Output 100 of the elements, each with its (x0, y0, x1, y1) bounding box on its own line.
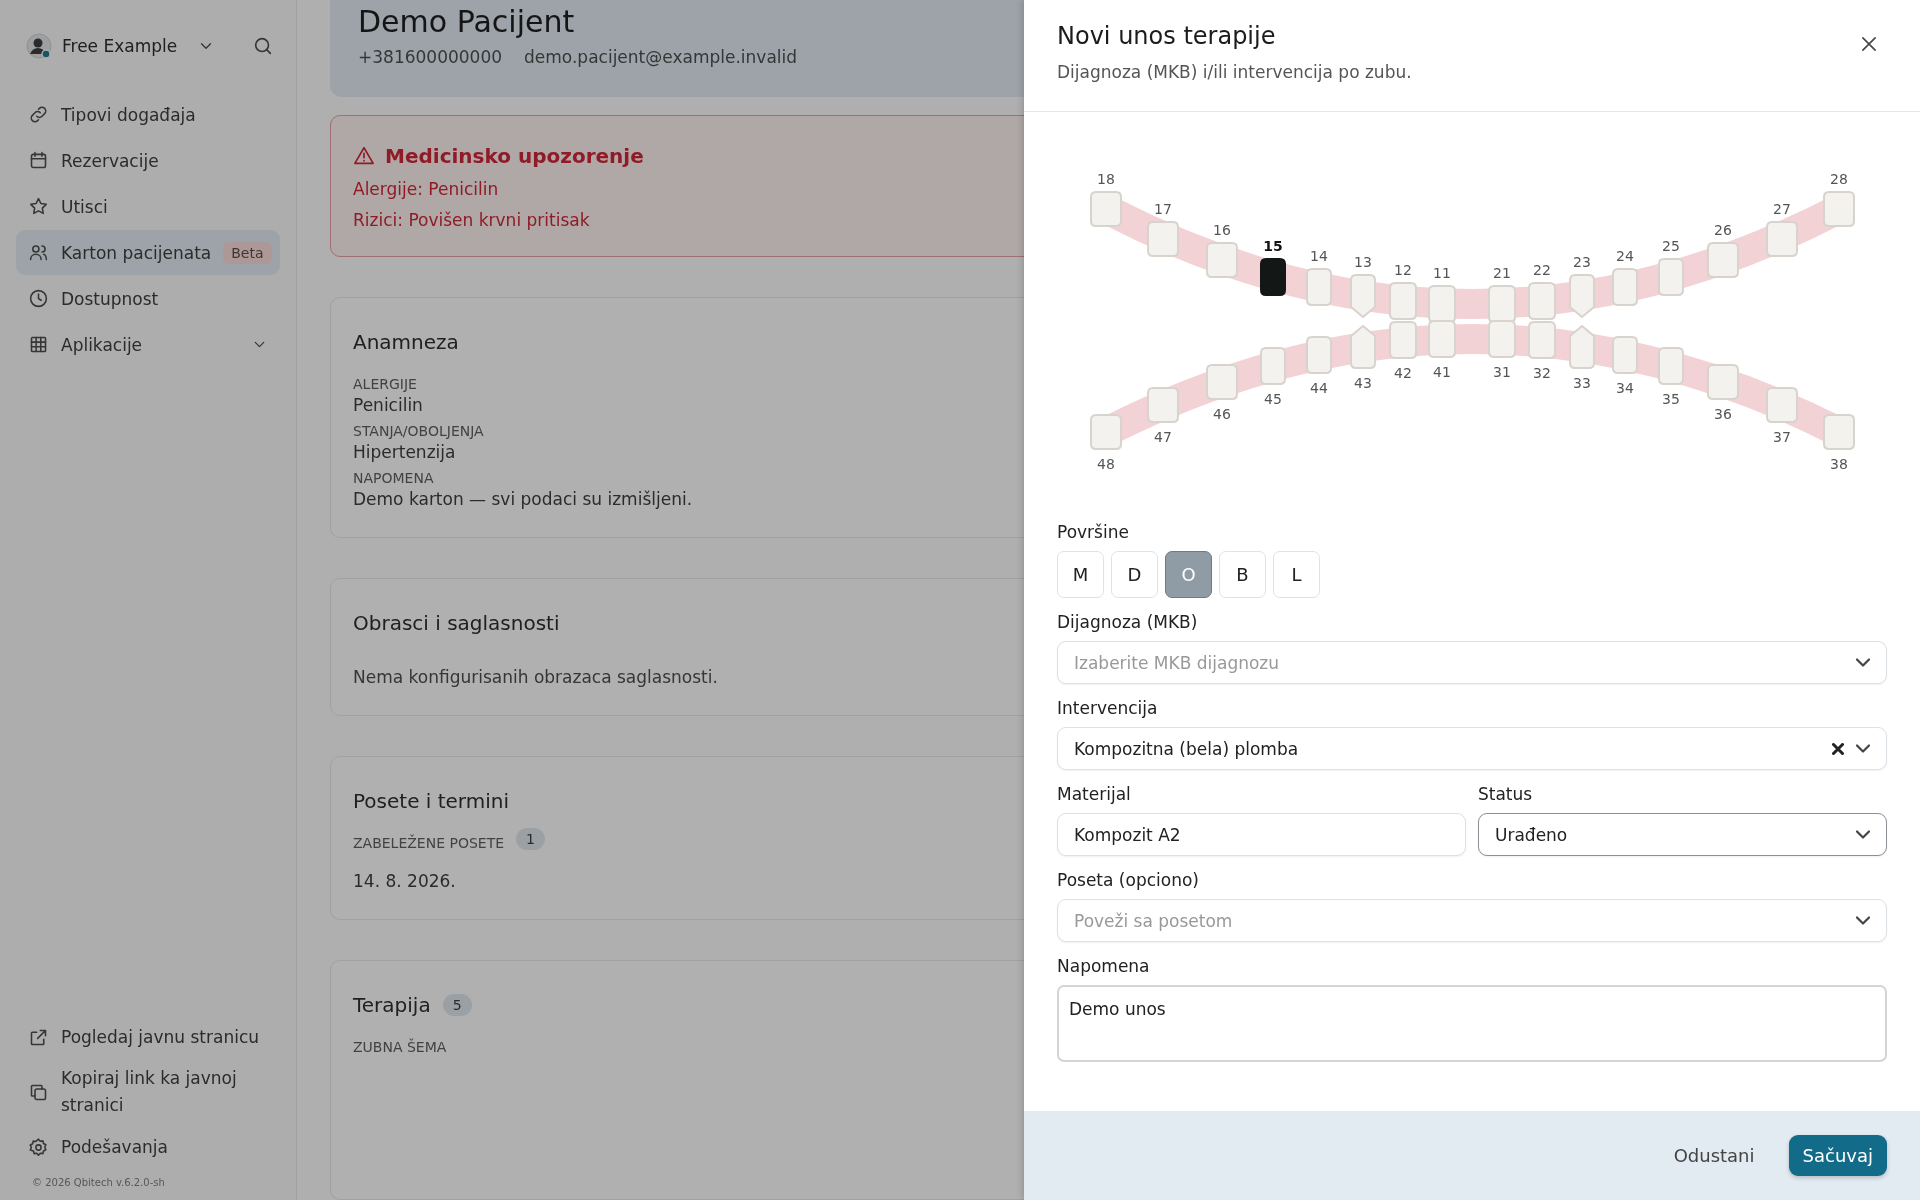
tooth-number: 44 (1310, 380, 1328, 396)
field-label: Napomena (1057, 956, 1151, 976)
section-title: Posete i termini (353, 789, 509, 813)
field-label: ZABELEŽENE POSETE (353, 835, 505, 851)
tooth-number: 23 (1573, 254, 1591, 270)
input-field[interactable]: Kompozit A2 (1057, 813, 1466, 856)
field-value: Demo karton — svi podaci su izmišljeni. (353, 489, 693, 509)
chevron-down-icon (1856, 658, 1870, 667)
tooth-number: 18 (1097, 171, 1115, 187)
empty-message: Nema konfigurisanih obrazaca saglasnosti. (353, 667, 718, 687)
search-icon (252, 35, 274, 57)
section-title: Obrasci i saglasnosti (353, 611, 560, 635)
tooth[interactable] (1260, 258, 1286, 296)
nav-label: Aplikacije (61, 334, 143, 355)
field-label: Poseta (opciono) (1057, 870, 1200, 890)
nav-label: Rezervacije (61, 150, 159, 171)
nav-label: Tipovi događaja (61, 104, 196, 125)
count-badge: 5 (442, 994, 472, 1016)
tooth-number: 32 (1533, 365, 1551, 381)
section-title: Anamneza (353, 330, 459, 354)
nav-item[interactable]: Tipovi događaja (16, 92, 280, 137)
patient-email: demo.pacijent@example.invalid (524, 47, 798, 67)
field-label: Intervencija (1057, 698, 1159, 718)
patient-name: Demo Pacijent (358, 4, 575, 39)
nav-label: Utisci (61, 196, 108, 217)
tooth-number: 38 (1830, 456, 1848, 472)
tooth-number: 12 (1394, 262, 1412, 278)
field-label: STANJA/OBOLJENJA (353, 423, 484, 439)
nav-item[interactable]: Utisci (16, 184, 280, 229)
alert-text: Rizici: Povišen krvni pritisak (353, 210, 590, 230)
warning-icon (353, 145, 375, 167)
tooth-number: 42 (1394, 365, 1412, 381)
tooth-number: 24 (1616, 248, 1634, 264)
tooth-number: 37 (1773, 429, 1791, 445)
tooth-number: 16 (1213, 222, 1231, 238)
field-value: Hipertenzija (353, 442, 456, 462)
chevron-down-icon (1856, 744, 1870, 753)
tooth-number: 36 (1714, 406, 1732, 422)
nav-item[interactable]: Podešavanja (16, 1129, 280, 1165)
surface-toggle[interactable]: L (1273, 551, 1320, 598)
chevron-down-icon (1856, 916, 1870, 925)
calendar-icon (28, 150, 49, 171)
nav-item[interactable]: Karton pacijenata Beta (16, 230, 280, 275)
field-label: Dijagnoza (MKB) (1057, 612, 1199, 632)
copyright-text: © 2026 Qbitech v.6.2.0-sh (31, 1176, 166, 1190)
chevron-down-icon (1856, 830, 1870, 839)
nav-label: Dostupnost (61, 288, 159, 309)
users-icon (28, 242, 49, 263)
nav-item[interactable]: Kopiraj link ka javnoj stranici (16, 1065, 280, 1119)
clock-icon (28, 288, 49, 309)
panel-title: Novi unos terapije (1057, 22, 1276, 50)
select-field[interactable]: Kompozitna (bela) plomba (1057, 727, 1887, 770)
tooth-number: 21 (1493, 265, 1511, 281)
tooth-number: 31 (1493, 364, 1511, 380)
nav-item[interactable]: Aplikacije (16, 322, 280, 367)
nav-item[interactable]: Dostupnost (16, 276, 280, 321)
tooth-number: 13 (1354, 254, 1372, 270)
tooth-number: 14 (1310, 248, 1328, 264)
surface-toggle[interactable]: D (1111, 551, 1158, 598)
tooth-number: 17 (1154, 201, 1172, 217)
alert-text: Alergije: Penicilin (353, 179, 499, 199)
tooth-number: 27 (1773, 201, 1791, 217)
field-label: ALERGIJE (353, 376, 417, 392)
settings-icon (28, 1136, 49, 1158)
text-area[interactable]: Demo unos (1057, 985, 1887, 1062)
tooth-number: 28 (1830, 171, 1848, 187)
field-value: Penicilin (353, 395, 423, 415)
clear-icon[interactable] (1832, 742, 1844, 755)
save-button[interactable]: Sačuvaj (1788, 1135, 1887, 1176)
star-icon (28, 196, 49, 217)
tooth-number: 43 (1354, 375, 1372, 391)
tooth-number: 33 (1573, 375, 1591, 391)
field-label: ZUBNA ŠEMA (353, 1039, 447, 1055)
cancel-button[interactable]: Odustani (1667, 1144, 1761, 1167)
surface-toggle[interactable]: M (1057, 551, 1104, 598)
beta-badge: Beta (223, 241, 272, 264)
tooth-number: 11 (1433, 265, 1451, 281)
tooth-number: 45 (1264, 391, 1282, 407)
avatar-icon[interactable] (26, 33, 52, 59)
tooth-number: 25 (1662, 238, 1680, 254)
visit-date: 14. 8. 2026. (353, 871, 456, 891)
close-icon (1862, 37, 1876, 51)
nav-label: Kopiraj link ka javnoj stranici (61, 1067, 238, 1117)
nav-item[interactable]: Pogledaj javnu stranicu (16, 1019, 280, 1055)
field-label: Materijal (1057, 784, 1132, 804)
tooth-number: 48 (1097, 456, 1115, 472)
account-name[interactable]: Free Example (62, 36, 178, 56)
field-label: Status (1478, 784, 1534, 804)
nav-label: Podešavanja (61, 1135, 168, 1159)
tooth-number: 47 (1154, 429, 1172, 445)
nav-item[interactable]: Rezervacije (16, 138, 280, 183)
tooth-number: 22 (1533, 262, 1551, 278)
field-label: Površine (1057, 522, 1130, 542)
nav-label: Pogledaj javnu stranicu (61, 1025, 260, 1049)
select-field[interactable]: Urađeno (1478, 813, 1887, 856)
tooth-number: 35 (1662, 391, 1680, 407)
section-title: Terapija (353, 993, 431, 1017)
surface-toggle[interactable]: B (1219, 551, 1266, 598)
panel-subtitle: Dijagnoza (MKB) i/ili intervencija po zubu. (1057, 62, 1413, 82)
tooth-number: 15 (1263, 238, 1283, 254)
